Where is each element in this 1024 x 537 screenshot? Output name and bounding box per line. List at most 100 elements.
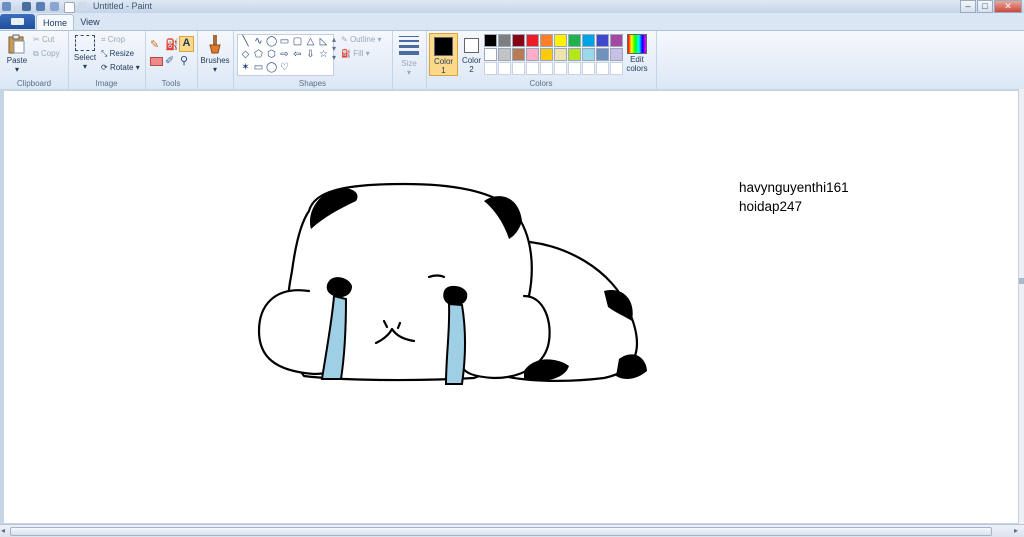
horizontal-scrollbar[interactable]: ◂ ▸ bbox=[0, 524, 1024, 537]
color2-swatch bbox=[464, 38, 479, 53]
outline-label: Outline bbox=[349, 35, 376, 44]
file-menu-button[interactable] bbox=[0, 14, 35, 29]
palette-swatch[interactable] bbox=[512, 48, 525, 61]
palette-custom-slot[interactable] bbox=[484, 62, 497, 75]
minimize-button[interactable]: – bbox=[960, 0, 976, 13]
tab-home[interactable]: Home bbox=[36, 14, 74, 31]
paste-button[interactable]: Paste ▾ bbox=[4, 34, 30, 74]
resize-button[interactable]: ⤡ Resize bbox=[101, 49, 134, 59]
palette-swatch[interactable] bbox=[498, 34, 511, 47]
save-icon[interactable] bbox=[22, 2, 31, 11]
palette-swatch[interactable] bbox=[554, 34, 567, 47]
left-arrow-shape-icon[interactable]: ⇦ bbox=[292, 49, 303, 60]
color1-button[interactable]: Color 1 bbox=[429, 33, 458, 76]
palette-swatch[interactable] bbox=[582, 34, 595, 47]
scroll-right-arrow-icon[interactable]: ▸ bbox=[1014, 526, 1018, 535]
drawing-canvas[interactable]: havynguyenthi161 hoidap247 bbox=[4, 91, 1019, 523]
palette-swatch[interactable] bbox=[596, 34, 609, 47]
fill-bucket-icon[interactable]: ⛽ bbox=[165, 38, 179, 51]
line-shape-icon[interactable]: ╲ bbox=[240, 36, 251, 47]
vertical-scroll-grip-icon[interactable] bbox=[1019, 278, 1024, 284]
brush-icon bbox=[209, 35, 221, 54]
select-button[interactable]: Select ▾ bbox=[72, 35, 98, 71]
palette-swatch[interactable] bbox=[568, 34, 581, 47]
select-dropdown-icon[interactable]: ▾ bbox=[72, 62, 98, 71]
tab-view[interactable]: View bbox=[75, 14, 105, 30]
palette-swatch[interactable] bbox=[596, 48, 609, 61]
magnifier-icon[interactable]: ⚲ bbox=[180, 54, 188, 67]
right-arrow-shape-icon[interactable]: ⇨ bbox=[279, 49, 290, 60]
palette-swatch[interactable] bbox=[526, 48, 539, 61]
paste-dropdown-icon[interactable]: ▾ bbox=[4, 65, 30, 74]
cut-button[interactable]: ✂ Cut bbox=[33, 35, 54, 44]
close-button[interactable]: ✕ bbox=[994, 0, 1022, 13]
copy-label: Copy bbox=[40, 49, 60, 58]
window-title: Untitled - Paint bbox=[93, 1, 153, 11]
text-tool-icon[interactable]: A bbox=[179, 36, 194, 52]
color2-label: Color 2 bbox=[461, 56, 482, 74]
brushes-dropdown-icon[interactable]: ▾ bbox=[199, 65, 231, 74]
palette-swatch[interactable] bbox=[554, 48, 567, 61]
rounded-rectangle-shape-icon[interactable]: ▢ bbox=[292, 36, 303, 47]
maximize-button[interactable]: □ bbox=[977, 0, 993, 13]
redo-icon[interactable] bbox=[50, 2, 59, 11]
palette-swatch[interactable] bbox=[526, 34, 539, 47]
palette-custom-slot[interactable] bbox=[526, 62, 539, 75]
six-point-star-shape-icon[interactable]: ✶ bbox=[240, 62, 251, 73]
heart-shape-icon[interactable]: ♡ bbox=[279, 62, 290, 73]
palette-swatch[interactable] bbox=[540, 48, 553, 61]
down-arrow-shape-icon[interactable]: ⇩ bbox=[305, 49, 316, 60]
vertical-scrollbar[interactable] bbox=[1018, 89, 1024, 525]
palette-custom-slot[interactable] bbox=[568, 62, 581, 75]
color2-button[interactable]: Color 2 bbox=[458, 33, 485, 74]
palette-swatch[interactable] bbox=[568, 48, 581, 61]
palette-swatch[interactable] bbox=[540, 34, 553, 47]
palette-custom-slot[interactable] bbox=[554, 62, 567, 75]
palette-custom-slot[interactable] bbox=[540, 62, 553, 75]
five-point-star-shape-icon[interactable]: ☆ bbox=[318, 49, 329, 60]
callout-oval-shape-icon[interactable]: ◯ bbox=[266, 62, 277, 73]
eraser-icon[interactable] bbox=[150, 57, 163, 66]
brushes-button[interactable]: Brushes ▾ bbox=[199, 34, 231, 74]
customize-quick-access-icon[interactable] bbox=[78, 2, 87, 11]
copy-button[interactable]: ⧉ Copy bbox=[33, 49, 60, 59]
size-dropdown-icon[interactable]: ▾ bbox=[396, 68, 422, 77]
shapes-scroll[interactable]: ▴ ▾ ▾ bbox=[332, 35, 336, 62]
crop-button[interactable]: ⌗ Crop bbox=[101, 35, 125, 45]
paint-app-icon[interactable] bbox=[2, 2, 11, 11]
palette-swatch[interactable] bbox=[484, 48, 497, 61]
new-icon[interactable] bbox=[64, 2, 75, 13]
oval-shape-icon[interactable]: ◯ bbox=[266, 36, 277, 47]
edit-colors-icon bbox=[627, 34, 647, 54]
undo-icon[interactable] bbox=[36, 2, 45, 11]
palette-swatch[interactable] bbox=[582, 48, 595, 61]
size-button[interactable]: Size ▾ bbox=[396, 36, 422, 77]
callout-rect-shape-icon[interactable]: ▭ bbox=[253, 62, 264, 73]
right-triangle-shape-icon[interactable]: ◺ bbox=[318, 36, 329, 47]
ribbon-tabs: Home View bbox=[0, 13, 1024, 31]
palette-swatch[interactable] bbox=[498, 48, 511, 61]
palette-swatch[interactable] bbox=[484, 34, 497, 47]
clipboard-group: Paste ▾ ✂ Cut ⧉ Copy Clipboard bbox=[0, 31, 69, 89]
fill-label: Fill bbox=[353, 49, 364, 58]
triangle-shape-icon[interactable]: △ bbox=[305, 36, 316, 47]
horizontal-scroll-thumb[interactable] bbox=[10, 527, 992, 536]
outline-button[interactable]: ✎ Outline ▾ bbox=[341, 35, 382, 44]
curve-shape-icon[interactable]: ∿ bbox=[253, 36, 264, 47]
pencil-icon[interactable]: ✎ bbox=[150, 38, 162, 51]
palette-custom-slot[interactable] bbox=[512, 62, 525, 75]
rotate-label: Rotate bbox=[109, 63, 134, 72]
palette-custom-slot[interactable] bbox=[596, 62, 609, 75]
rectangle-shape-icon[interactable]: ▭ bbox=[279, 36, 290, 47]
palette-custom-slot[interactable] bbox=[498, 62, 511, 75]
rotate-button[interactable]: ⟳ Rotate ▾ bbox=[101, 63, 140, 72]
color-picker-icon[interactable]: ✐ bbox=[165, 54, 174, 67]
pentagon-shape-icon[interactable]: ⬠ bbox=[253, 49, 264, 60]
edit-colors-button[interactable]: Edit colors bbox=[622, 34, 652, 73]
hexagon-shape-icon[interactable]: ⬡ bbox=[266, 49, 277, 60]
scroll-left-arrow-icon[interactable]: ◂ bbox=[1, 526, 5, 535]
palette-swatch[interactable] bbox=[512, 34, 525, 47]
diamond-shape-icon[interactable]: ◇ bbox=[240, 49, 251, 60]
fill-button[interactable]: ⛽ Fill ▾ bbox=[341, 49, 370, 58]
palette-custom-slot[interactable] bbox=[582, 62, 595, 75]
